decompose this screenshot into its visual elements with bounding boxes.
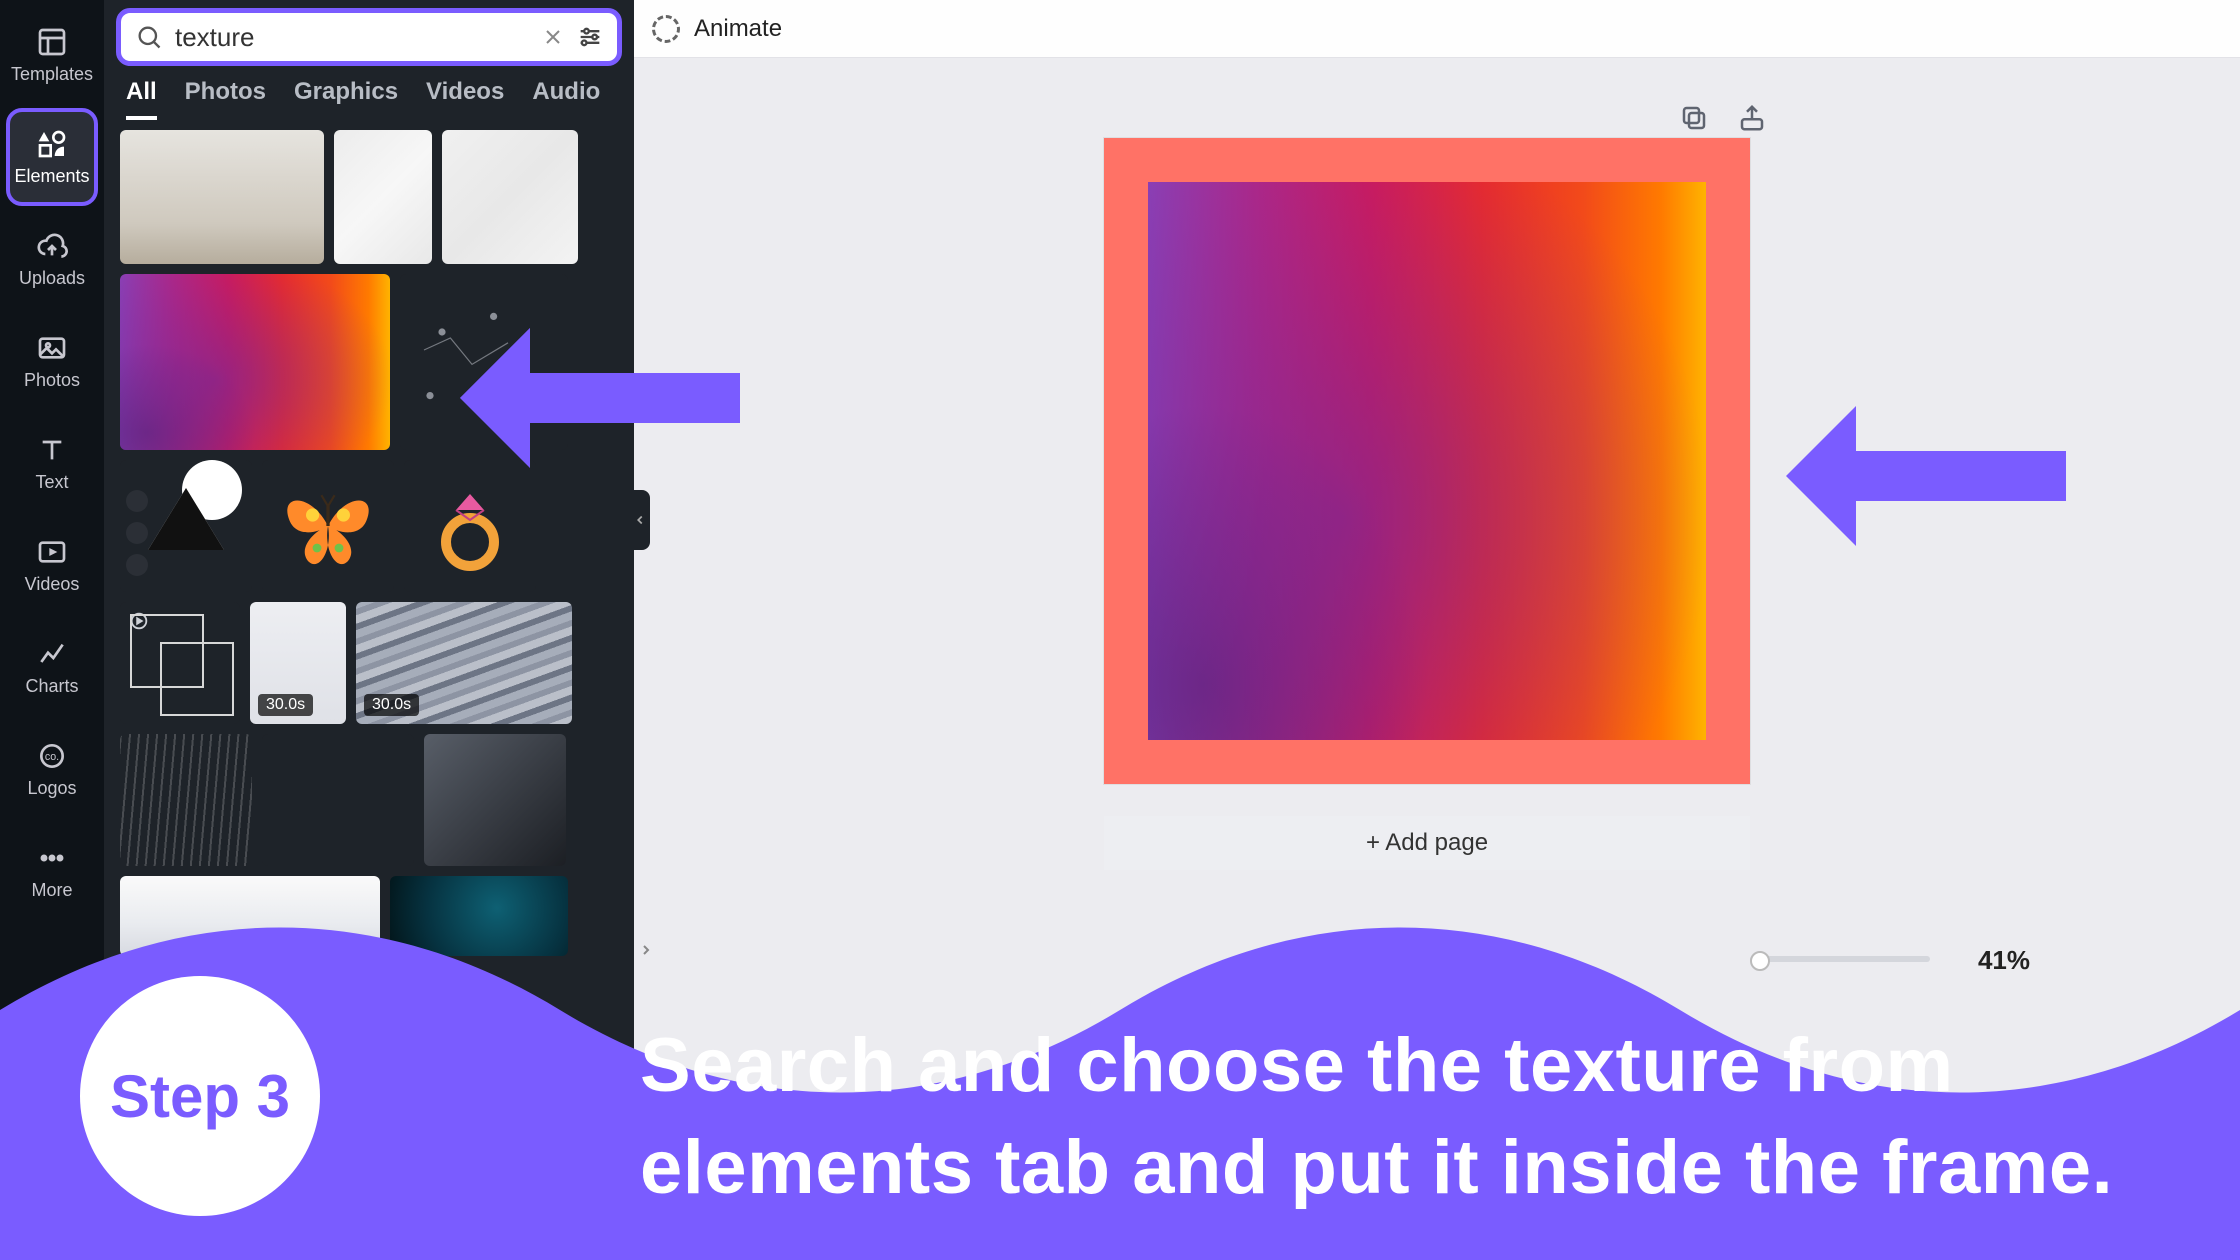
result-thumb[interactable] <box>120 460 252 592</box>
badge-icon: co. <box>36 740 68 772</box>
zoom-slider[interactable] <box>1750 956 1930 962</box>
rail-text[interactable]: Text <box>6 414 98 512</box>
result-thumb-selected[interactable] <box>120 274 390 450</box>
duplicate-icon[interactable] <box>1676 100 1712 136</box>
result-thumb[interactable]: 30.0s <box>356 602 572 724</box>
play-icon <box>36 536 68 568</box>
rail-label: Elements <box>14 166 89 187</box>
rail-templates[interactable]: Templates <box>6 6 98 104</box>
rail-label: Uploads <box>19 268 85 289</box>
result-thumb[interactable]: 30.0s <box>250 602 346 724</box>
canvas-toolbar: Animate <box>634 0 2240 58</box>
result-thumb[interactable] <box>120 130 324 264</box>
image-icon <box>36 332 68 364</box>
design-frame[interactable] <box>1104 138 1750 784</box>
result-thumb[interactable] <box>262 734 414 866</box>
tab-photos[interactable]: Photos <box>185 78 266 120</box>
rail-photos[interactable]: Photos <box>6 312 98 410</box>
rail-uploads[interactable]: Uploads <box>6 210 98 308</box>
left-rail: Templates Elements Uploads Photos Text <box>0 0 104 1260</box>
search-input[interactable] <box>175 22 535 53</box>
search-box <box>116 8 622 66</box>
rail-videos[interactable]: Videos <box>6 516 98 614</box>
rail-logos[interactable]: co. Logos <box>6 720 98 818</box>
sliders-icon[interactable] <box>571 18 609 56</box>
result-thumb[interactable] <box>120 876 380 956</box>
annotation-arrow-left <box>440 318 760 478</box>
filter-tabs: All Photos Graphics Videos Audio <box>104 66 634 120</box>
canvas-area: Animate + Add page 41% <box>634 0 2240 1260</box>
rail-label: Charts <box>25 676 78 697</box>
search-icon <box>135 23 163 51</box>
page-tools <box>1676 100 1770 136</box>
rail-more[interactable]: More <box>6 822 98 920</box>
cloud-up-icon <box>36 230 68 262</box>
elements-panel: All Photos Graphics Videos Audio <box>104 0 634 1260</box>
chevron-right-icon[interactable] <box>638 942 658 956</box>
video-duration-badge: 30.0s <box>364 694 419 716</box>
chart-icon <box>36 638 68 670</box>
close-icon[interactable] <box>535 19 571 55</box>
video-duration-badge: 30.0s <box>258 694 313 716</box>
tab-graphics[interactable]: Graphics <box>294 78 398 120</box>
animate-icon <box>652 15 680 43</box>
frame-content[interactable] <box>1148 182 1706 740</box>
layout-icon <box>36 26 68 58</box>
result-thumb[interactable] <box>442 130 578 264</box>
rail-label: Templates <box>11 64 93 85</box>
add-page-button[interactable]: + Add page <box>1104 816 1750 870</box>
result-thumb[interactable] <box>120 734 252 866</box>
result-thumb[interactable] <box>120 602 240 724</box>
svg-text:co.: co. <box>45 751 59 763</box>
tab-videos[interactable]: Videos <box>426 78 504 120</box>
result-thumb[interactable] <box>262 460 394 592</box>
rail-label: Logos <box>27 778 76 799</box>
text-icon <box>36 434 68 466</box>
tab-audio[interactable]: Audio <box>532 78 600 120</box>
export-icon[interactable] <box>1734 100 1770 136</box>
result-thumb[interactable] <box>334 130 432 264</box>
annotation-arrow-right <box>1766 396 2086 556</box>
panel-collapse-handle[interactable] <box>630 490 650 550</box>
rail-label: Photos <box>24 370 80 391</box>
rail-label: Text <box>35 472 68 493</box>
rail-label: Videos <box>25 574 80 595</box>
results-grid: 30.0s 30.0s <box>104 120 634 956</box>
tab-all[interactable]: All <box>126 78 157 120</box>
rail-label: More <box>31 880 72 901</box>
zoom-readout: 41% <box>1978 945 2030 976</box>
animate-button[interactable]: Animate <box>694 15 782 43</box>
result-thumb[interactable] <box>424 734 566 866</box>
result-thumb[interactable] <box>404 460 536 592</box>
shapes-icon <box>36 128 68 160</box>
rail-charts[interactable]: Charts <box>6 618 98 716</box>
rail-elements[interactable]: Elements <box>6 108 98 206</box>
texture-image[interactable] <box>1148 182 1706 740</box>
dots-icon <box>36 842 68 874</box>
result-thumb[interactable] <box>390 876 568 956</box>
